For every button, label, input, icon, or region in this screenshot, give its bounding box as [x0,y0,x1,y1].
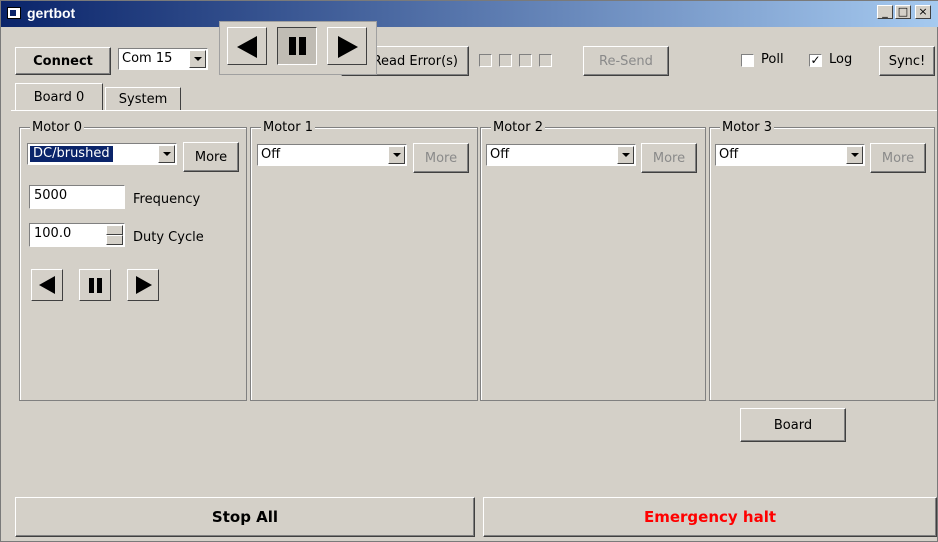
duty-cycle-spinner[interactable] [106,225,123,245]
motor-2-mode-select[interactable]: Off [486,144,636,166]
chevron-down-icon[interactable] [617,146,634,164]
motor-0-more-button[interactable]: More [183,142,239,172]
motor-0-reverse-button[interactable] [31,269,63,301]
maximize-icon: □ [897,5,909,18]
com-port-value: Com 15 [122,51,173,66]
check-icon: ✓ [810,53,821,67]
motor-3-mode-value: Off [719,147,739,162]
error-checkbox-4 [539,54,552,67]
poll-label: Poll [761,52,784,67]
app-icon [7,7,21,19]
error-checkbox-2 [499,54,512,67]
frequency-label: Frequency [133,192,201,207]
com-port-select[interactable]: Com 15 [118,48,208,70]
poll-checkbox[interactable] [741,54,754,67]
motor-0-mode-select[interactable]: DC/brushed [27,143,177,165]
tab-system[interactable]: System [105,87,181,111]
motor-0-pause-button[interactable] [79,269,111,301]
motor-0-mode-value: DC/brushed [30,146,113,162]
duty-cycle-input[interactable]: 100.0 [29,223,125,247]
chevron-down-icon[interactable] [189,50,206,68]
minimize-button[interactable]: _ [877,5,893,19]
motor-1-more-button[interactable]: More [413,143,469,173]
window-title: gertbot [27,5,76,21]
spin-down-icon[interactable] [106,235,123,245]
log-label: Log [829,52,853,67]
motor-3-mode-select[interactable]: Off [715,144,865,166]
motor-3-more-button[interactable]: More [870,143,926,173]
reverse-icon[interactable] [227,27,267,65]
spin-up-icon[interactable] [106,225,123,235]
motor-1-title: Motor 1 [261,120,315,135]
board-button[interactable]: Board [740,408,846,442]
title-bar[interactable]: gertbot _ □ × [1,1,938,27]
minimize-icon: _ [882,5,888,18]
motor-3-title: Motor 3 [720,120,774,135]
forward-icon[interactable] [327,27,367,65]
error-checkbox-3 [519,54,532,67]
read-errors-label: Read Error(s) [372,53,458,69]
close-button[interactable]: × [915,5,931,19]
chevron-down-icon[interactable] [388,146,405,164]
emergency-halt-button[interactable]: Emergency halt [483,497,937,537]
duty-cycle-value: 100.0 [34,226,72,241]
resend-button[interactable]: Re-Send [583,46,669,76]
motor-2-title: Motor 2 [491,120,545,135]
floating-motor-controls [219,21,377,75]
pause-icon[interactable] [277,27,317,65]
chevron-down-icon[interactable] [158,145,175,163]
sync-button[interactable]: Sync! [879,46,935,76]
tab-board-0[interactable]: Board 0 [15,83,103,111]
stop-all-button[interactable]: Stop All [15,497,475,537]
motor-1-mode-value: Off [261,147,281,162]
motor-1-mode-select[interactable]: Off [257,144,407,166]
duty-cycle-label: Duty Cycle [133,230,204,245]
error-checkbox-1 [479,54,492,67]
maximize-button[interactable]: □ [895,5,911,19]
frequency-input[interactable]: 5000 [29,185,125,209]
motor-2-mode-value: Off [490,147,510,162]
chevron-down-icon[interactable] [846,146,863,164]
motor-2-more-button[interactable]: More [641,143,697,173]
log-checkbox[interactable]: ✓ [809,54,822,67]
app-window: gertbot _ □ × Connect Com 15 Read Error(… [0,0,938,542]
connect-button[interactable]: Connect [15,47,111,75]
motor-0-title: Motor 0 [30,120,84,135]
motor-0-forward-button[interactable] [127,269,159,301]
close-icon: × [918,5,928,18]
